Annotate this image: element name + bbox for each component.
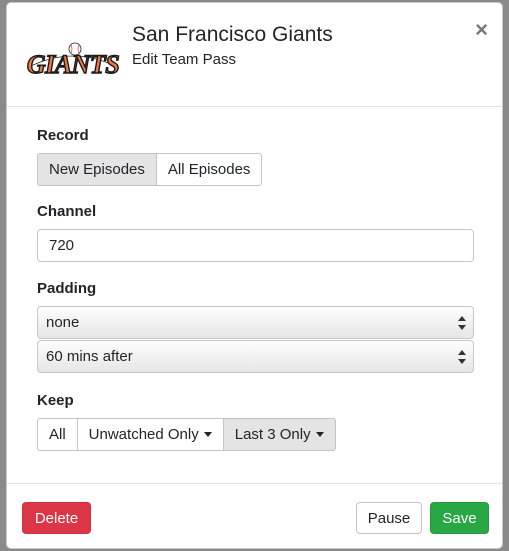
- caret-down-icon: [203, 432, 212, 437]
- delete-button[interactable]: Delete: [22, 502, 91, 534]
- keep-toggle-group: All Unwatched Only Last 3 Only: [37, 418, 336, 451]
- keep-last-label: Last 3 Only: [234, 426, 311, 443]
- edit-team-pass-dialog: GIANTS San Francisco Giants Edit Team Pa…: [6, 2, 503, 549]
- record-label: Record: [37, 127, 89, 144]
- page-subtitle: Edit Team Pass: [132, 51, 236, 68]
- channel-input[interactable]: 720: [37, 229, 474, 262]
- padding-after-value: 60 mins after: [46, 348, 133, 365]
- keep-unwatched-dropdown[interactable]: Unwatched Only: [77, 418, 224, 451]
- select-arrows-icon: [458, 350, 466, 364]
- close-icon[interactable]: ×: [475, 19, 488, 41]
- padding-before-select[interactable]: none: [37, 306, 474, 339]
- pause-button[interactable]: Pause: [356, 502, 422, 534]
- dialog-footer: Delete Pause Save: [7, 483, 502, 548]
- page-title: San Francisco Giants: [132, 23, 333, 46]
- padding-after-select[interactable]: 60 mins after: [37, 340, 474, 373]
- keep-all-button[interactable]: All: [37, 418, 78, 451]
- record-toggle-group: New Episodes All Episodes: [37, 153, 263, 186]
- save-button[interactable]: Save: [430, 502, 489, 534]
- giants-logo: GIANTS: [26, 42, 120, 80]
- keep-last-dropdown[interactable]: Last 3 Only: [223, 418, 336, 451]
- dialog-header: GIANTS San Francisco Giants Edit Team Pa…: [7, 3, 502, 107]
- record-all-episodes-button[interactable]: All Episodes: [156, 153, 263, 186]
- channel-label: Channel: [37, 203, 97, 220]
- keep-unwatched-label: Unwatched Only: [88, 426, 199, 443]
- keep-label: Keep: [37, 392, 74, 409]
- record-new-episodes-button[interactable]: New Episodes: [37, 153, 157, 186]
- padding-label: Padding: [37, 280, 97, 297]
- padding-before-value: none: [46, 314, 80, 331]
- select-arrows-icon: [458, 316, 466, 330]
- caret-down-icon: [315, 432, 324, 437]
